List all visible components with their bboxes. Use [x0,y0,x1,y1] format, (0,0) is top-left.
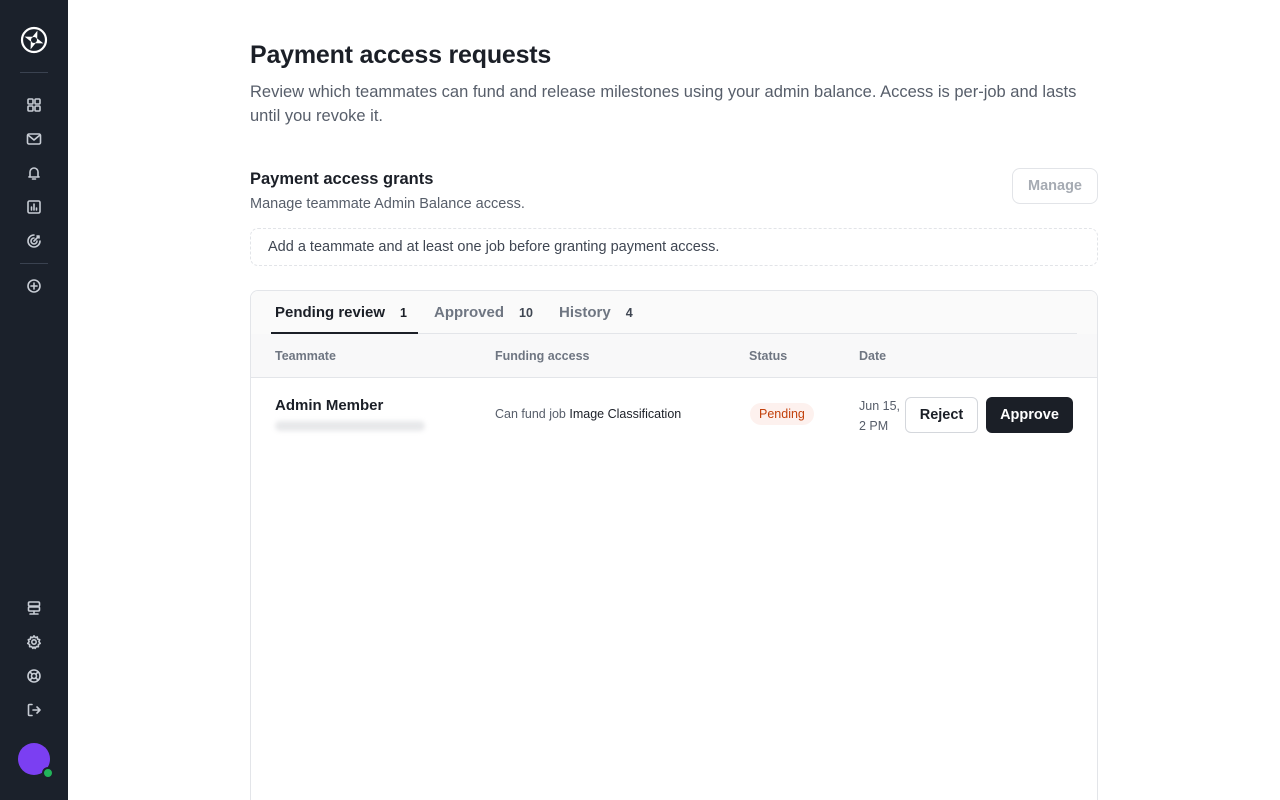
funding-job-name: Image Classification [569,407,682,421]
tab-history[interactable]: History 4 [559,291,633,334]
manage-button[interactable]: Manage [1012,168,1098,204]
teammate-name: Admin Member [275,397,384,414]
table-row: Admin Member Can fund job Image Classifi… [251,378,1097,450]
sidebar-divider [20,263,48,264]
mail-icon [26,133,42,145]
sidebar-item-goals[interactable] [24,231,44,251]
sidebar-item-logout[interactable] [24,700,44,720]
aperture-logo-icon[interactable] [20,26,48,54]
grants-empty-notice: Add a teammate and at least one job befo… [250,228,1098,266]
sidebar-item-settings[interactable] [24,632,44,652]
tab-label: History [559,304,611,321]
sidebar-item-notifications[interactable] [24,163,44,183]
column-header-teammate[interactable]: Teammate [275,334,336,378]
funding-access: Can fund job Image Classification [495,407,681,421]
online-status-indicator [42,767,54,779]
requests-panel: Pending review 1 Approved 10 History 4 T… [250,290,1098,800]
column-header-funding-access[interactable]: Funding access [495,334,589,378]
requests-tabs: Pending review 1 Approved 10 History 4 [251,291,1097,334]
request-date: Jun 15, 2 PM [859,399,901,433]
sidebar-item-dashboard[interactable] [24,95,44,115]
sidebar-item-storage[interactable] [24,598,44,618]
lifebuoy-icon [27,669,41,683]
tab-pending-review[interactable]: Pending review 1 [275,291,407,334]
sidebar [0,0,68,800]
gear-icon [27,635,41,650]
tab-count-badge: 1 [400,305,407,320]
grid-icon [27,98,41,112]
column-header-date[interactable]: Date [859,334,886,378]
table-header: Teammate Funding access Status Date [251,334,1097,378]
funding-prefix: Can fund job [495,407,566,421]
bell-icon [28,167,40,180]
tab-label: Pending review [275,304,386,321]
tab-count-badge: 10 [519,305,533,320]
tab-count-badge: 4 [625,305,633,320]
sidebar-item-messages[interactable] [24,129,44,149]
reject-button[interactable]: Reject [905,397,978,433]
grants-section-subtitle: Manage teammate Admin Balance access. [250,196,525,212]
sidebar-item-reports[interactable] [24,197,44,217]
tab-label: Approved [434,304,505,321]
sidebar-item-create[interactable] [24,276,44,296]
target-icon [27,234,41,248]
sidebar-item-support[interactable] [24,666,44,686]
plus-circle-icon [27,279,41,293]
tab-approved[interactable]: Approved 10 [434,291,533,334]
teammate-email-redacted [275,421,425,431]
approve-button[interactable]: Approve [986,397,1073,433]
page-description: Review which teammates can fund and rele… [250,83,1077,125]
logout-icon [27,703,41,717]
database-icon [27,601,41,615]
status-badge: Pending [750,403,814,425]
page-title: Payment access requests [250,41,552,69]
bar-chart-icon [27,200,41,214]
column-header-status[interactable]: Status [749,334,787,378]
grants-section-title: Payment access grants [250,170,434,188]
sidebar-divider [20,72,48,73]
